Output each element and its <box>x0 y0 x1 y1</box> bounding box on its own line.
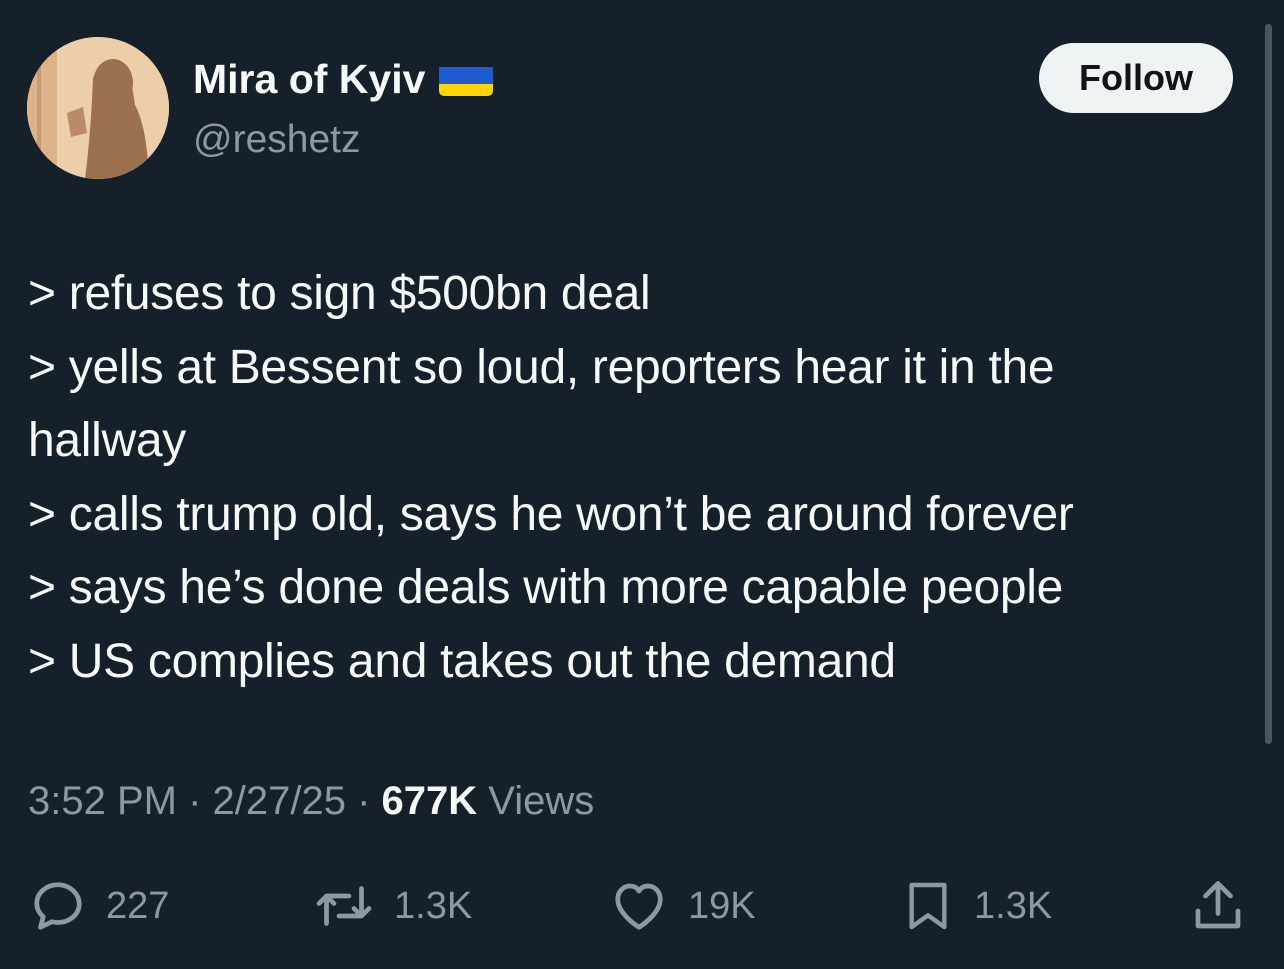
share-button[interactable] <box>1188 868 1248 944</box>
avatar[interactable] <box>27 37 169 179</box>
like-count: 19K <box>688 884 756 927</box>
meta-separator: · <box>345 779 382 823</box>
tweet-line: hallway <box>28 414 186 467</box>
tweet-meta: 3:52 PM · 2/27/25 · 677K Views <box>28 775 594 827</box>
tweet-line: > refuses to sign $500bn deal <box>28 267 651 320</box>
display-name-text: Mira of Kyiv <box>193 56 426 102</box>
author-handle[interactable]: @reshetz <box>193 116 360 164</box>
tweet-line: > US complies and takes out the demand <box>28 634 896 688</box>
like-button[interactable]: 19K <box>608 868 756 944</box>
share-icon <box>1195 881 1241 929</box>
tweet-text: > refuses to sign $500bn deal > yells at… <box>28 257 1243 698</box>
repost-count: 1.3K <box>394 884 473 927</box>
tweet-line: > calls trump old, says he won’t be arou… <box>28 487 1074 541</box>
views-count: 677K <box>381 779 478 823</box>
reply-count: 227 <box>106 884 170 927</box>
tweet-time[interactable]: 3:52 PM <box>28 779 177 823</box>
tweet-line: > says he’s done deals with more capable… <box>28 561 1064 614</box>
author-display-name[interactable]: Mira of Kyiv <box>193 54 494 104</box>
bookmark-button[interactable]: 1.3K <box>900 868 1052 944</box>
reply-button[interactable]: 227 <box>28 868 169 944</box>
bookmark-icon <box>909 882 947 930</box>
bookmark-count: 1.3K <box>974 884 1053 927</box>
tweet-line: > yells at Bessent so loud, reporters he… <box>28 340 1055 394</box>
follow-button[interactable]: Follow <box>1039 43 1233 113</box>
meta-separator: · <box>176 779 213 823</box>
views-label: Views <box>477 779 595 823</box>
ukraine-flag-icon <box>439 62 494 96</box>
avatar-image <box>27 37 169 179</box>
tweet-date[interactable]: 2/27/25 <box>213 779 346 823</box>
repost-button[interactable]: 1.3K <box>312 868 472 944</box>
heart-icon <box>615 883 663 930</box>
repost-icon <box>316 886 372 926</box>
scrollbar[interactable] <box>1265 24 1272 744</box>
action-bar: 227 1.3K 19K 1.3K <box>0 868 1284 944</box>
reply-icon <box>34 882 82 930</box>
